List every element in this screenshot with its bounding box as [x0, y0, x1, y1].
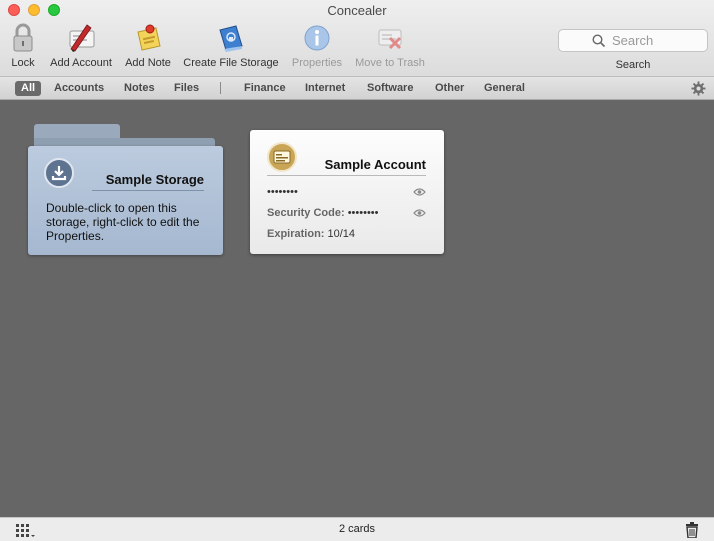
window-title: Concealer: [327, 3, 387, 18]
storage-divider: [92, 190, 204, 191]
filter-finance[interactable]: Finance: [238, 81, 292, 96]
filter-general[interactable]: General: [478, 81, 531, 96]
storage-card-body: Sample Storage Double-click to open this…: [28, 146, 223, 255]
account-title: Sample Account: [324, 157, 426, 172]
password-value: ••••••••: [267, 186, 298, 198]
storage-description: Double-click to open this storage, right…: [46, 201, 200, 243]
sample-account-card[interactable]: Sample Account •••••••• Security Code: •…: [250, 130, 444, 254]
filter-internet[interactable]: Internet: [299, 81, 351, 96]
status-bar: 2 cards: [0, 517, 714, 541]
storage-title: Sample Storage: [105, 172, 204, 187]
expiration-value: 10/14: [327, 228, 356, 240]
filter-other[interactable]: Other: [429, 81, 470, 96]
filter-software[interactable]: Software: [361, 81, 419, 96]
move-to-trash-label: Move to Trash: [355, 57, 425, 69]
filter-accounts[interactable]: Accounts: [48, 81, 110, 96]
lock-label: Lock: [11, 57, 35, 69]
add-account-label: Add Account: [50, 57, 112, 69]
trash-icon[interactable]: [685, 522, 699, 538]
add-note-icon: [137, 24, 161, 51]
properties-label: Properties: [291, 57, 343, 69]
lock-button[interactable]: Lock: [6, 22, 40, 74]
filter-bar: All Accounts Notes Files Finance Interne…: [0, 77, 714, 100]
properties-button[interactable]: Properties: [288, 22, 346, 74]
card-count: 2 cards: [338, 523, 376, 535]
search-icon: [592, 34, 606, 48]
toolbar: Concealer Lock Add Account Add Note Crea…: [0, 0, 714, 77]
info-icon: [304, 25, 330, 51]
account-badge: [267, 142, 297, 172]
security-code-label: Security Code:: [267, 207, 345, 219]
create-file-storage-button[interactable]: Create File Storage: [179, 22, 283, 74]
create-file-storage-label: Create File Storage: [183, 57, 279, 69]
account-divider: [267, 175, 426, 176]
add-account-icon: [69, 24, 95, 52]
filter-files[interactable]: Files: [168, 81, 205, 96]
move-to-trash-icon: [378, 29, 402, 50]
sample-storage-card[interactable]: Sample Storage Double-click to open this…: [28, 124, 223, 255]
lock-icon: [13, 23, 33, 52]
reveal-password-eye-icon[interactable]: [413, 187, 426, 197]
move-to-trash-button[interactable]: Move to Trash: [351, 22, 429, 74]
search-label: Search: [615, 59, 651, 71]
search-input[interactable]: Search: [558, 29, 708, 52]
password-row: ••••••••: [267, 186, 298, 198]
gear-icon[interactable]: [691, 81, 706, 96]
filter-divider: [220, 82, 221, 94]
card-icon: [273, 150, 291, 164]
storage-badge: [44, 158, 74, 188]
add-note-button[interactable]: Add Note: [122, 22, 174, 74]
add-note-label: Add Note: [125, 57, 171, 69]
filter-all[interactable]: All: [15, 81, 42, 96]
download-icon: [51, 166, 67, 181]
security-code-row: Security Code: ••••••••: [267, 207, 379, 219]
file-storage-icon: [219, 25, 243, 52]
reveal-security-code-eye-icon[interactable]: [413, 208, 426, 218]
add-account-button[interactable]: Add Account: [46, 22, 116, 74]
security-code-value: ••••••••: [347, 207, 379, 219]
expiration-label: Expiration:: [267, 228, 325, 240]
filter-notes[interactable]: Notes: [118, 81, 161, 96]
expiration-row: Expiration: 10/14: [267, 228, 355, 240]
search-placeholder: Search: [612, 33, 654, 48]
